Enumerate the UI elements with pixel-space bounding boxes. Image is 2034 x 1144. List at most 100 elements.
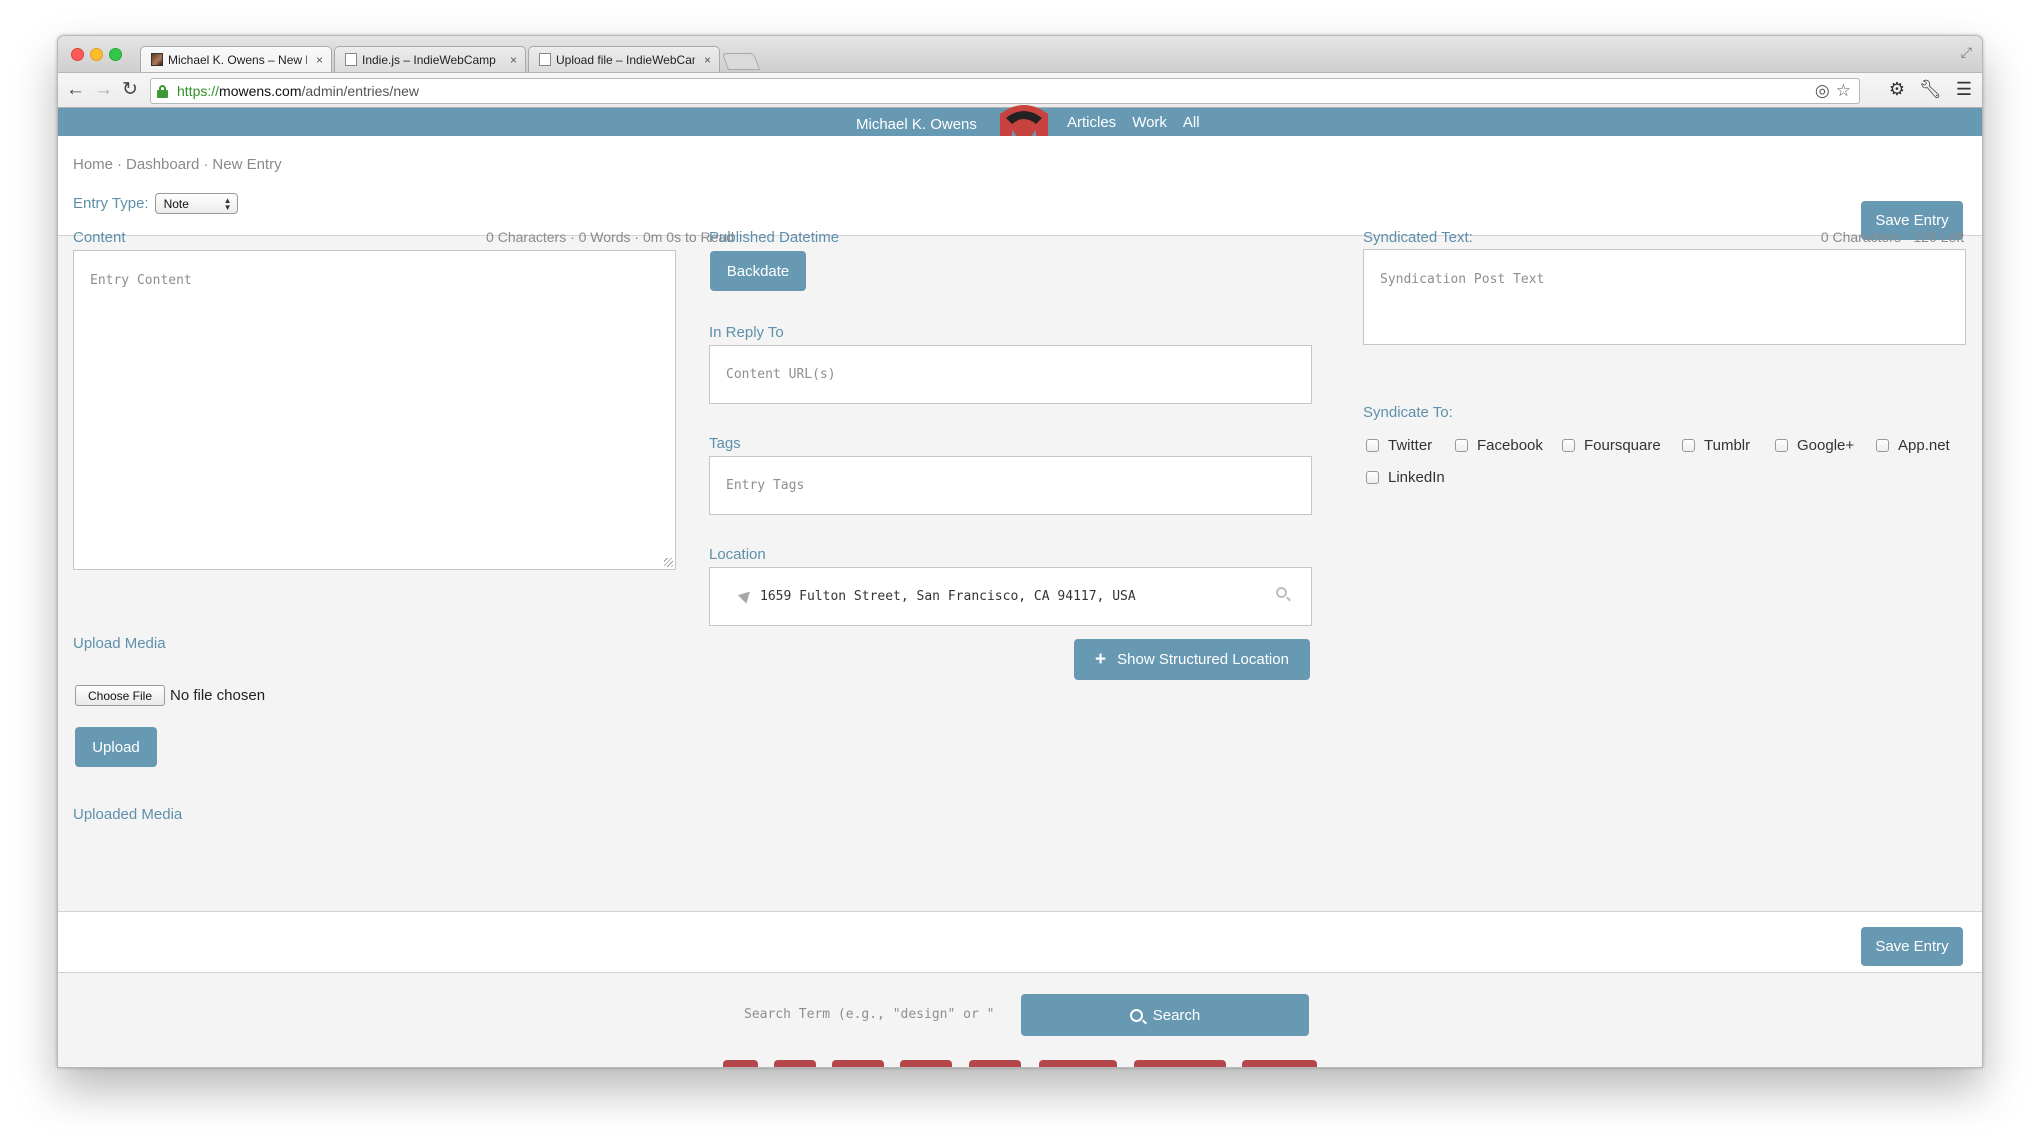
googleplus-checkbox[interactable] (1775, 439, 1788, 452)
reply-url-placeholder: Content URL(s) (726, 367, 836, 382)
entry-type-select[interactable]: Note ▲ ▼ (154, 193, 238, 214)
facebook-label: Facebook (1477, 437, 1543, 454)
location-arrow-icon (737, 587, 755, 604)
site-nav: Articles Work All (1067, 114, 1200, 131)
tumblr-checkbox[interactable] (1682, 439, 1695, 452)
new-tab-button[interactable] (721, 53, 761, 70)
facebook-checkbox[interactable] (1455, 439, 1468, 452)
partial-red-button[interactable] (774, 1060, 816, 1067)
partial-red-button[interactable] (1242, 1060, 1317, 1067)
tab-upload-file[interactable]: Upload file – IndieWebCam × (528, 46, 720, 72)
syndicate-tumblr-option[interactable]: Tumblr (1682, 437, 1750, 454)
minimize-window-button[interactable] (90, 48, 103, 61)
nav-work-link[interactable]: Work (1132, 114, 1167, 131)
resize-handle-icon[interactable] (664, 558, 673, 567)
published-datetime-label: Published Datetime (709, 229, 840, 246)
bookmark-star-icon[interactable]: ☆ (1836, 81, 1851, 101)
appnet-checkbox[interactable] (1876, 439, 1889, 452)
syndicate-twitter-option[interactable]: Twitter (1366, 437, 1432, 454)
close-window-button[interactable] (71, 48, 84, 61)
tab-new-entry[interactable]: Michael K. Owens – New E × (140, 46, 332, 72)
tab-title: Michael K. Owens – New E (168, 52, 307, 67)
twitter-label: Twitter (1388, 437, 1433, 454)
reload-icon[interactable]: ↻ (122, 79, 138, 101)
partial-red-button[interactable] (832, 1060, 884, 1067)
location-target-icon[interactable]: ◎ (1815, 81, 1830, 101)
location-label: Location (709, 546, 766, 563)
breadcrumb-dashboard-link[interactable]: Dashboard (126, 156, 199, 173)
forward-arrow-icon[interactable]: → (94, 79, 113, 101)
search-icon[interactable] (1276, 587, 1287, 598)
linkedin-checkbox[interactable] (1366, 471, 1379, 484)
foursquare-label: Foursquare (1584, 437, 1661, 454)
no-file-text: No file chosen (170, 687, 266, 704)
syndicate-foursquare-option[interactable]: Foursquare (1562, 437, 1661, 454)
syndicate-linkedin-option[interactable]: LinkedIn (1366, 469, 1445, 486)
url-host: mowens.com (219, 83, 302, 99)
entry-type-row: Entry Type: Note ▲ ▼ (73, 193, 238, 214)
search-input[interactable]: Search Term (e.g., "design" or " (732, 995, 1006, 1036)
syndicated-text-stats: 0 Characters · 120 Left (1820, 229, 1964, 245)
wrench-icon[interactable]: 🔧︎ (1919, 79, 1942, 100)
page: Michael K. Owens Articles Work All Home ·… (58, 105, 1982, 1067)
partial-red-button[interactable] (723, 1060, 758, 1067)
content-placeholder: Entry Content (90, 273, 192, 288)
screen: Michael K. Owens – New E × Indie.js – In… (0, 0, 2034, 1144)
linkedin-label: LinkedIn (1388, 469, 1445, 486)
show-structured-location-button[interactable]: + Show Structured Location (1074, 639, 1310, 680)
lock-icon (157, 84, 168, 98)
foursquare-checkbox[interactable] (1562, 439, 1575, 452)
tab-close-icon[interactable]: × (316, 53, 323, 67)
save-entry-button-bottom[interactable]: Save Entry (1861, 927, 1963, 966)
tags-input[interactable]: Entry Tags (709, 456, 1312, 515)
fullscreen-icon[interactable]: ⤢ (1961, 44, 1972, 61)
tab-strip: Michael K. Owens – New E × Indie.js – In… (58, 36, 1982, 72)
show-structured-location-label: Show Structured Location (1117, 651, 1289, 668)
syndication-textarea[interactable]: Syndication Post Text (1363, 249, 1966, 345)
reply-url-input[interactable]: Content URL(s) (709, 345, 1312, 404)
syndicate-facebook-option[interactable]: Facebook (1455, 437, 1543, 454)
menu-icon[interactable]: ☰ (1956, 79, 1972, 100)
partial-red-button[interactable] (969, 1060, 1021, 1067)
browser-window: Michael K. Owens – New E × Indie.js – In… (57, 35, 1983, 1068)
tumblr-label: Tumblr (1704, 437, 1751, 454)
search-button[interactable]: Search (1021, 994, 1309, 1036)
page-favicon-icon (539, 53, 551, 66)
location-value: 1659 Fulton Street, San Francisco, CA 94… (760, 589, 1136, 604)
tab-indiejs[interactable]: Indie.js – IndieWebCamp × (334, 46, 526, 72)
select-arrows-icon: ▲ ▼ (223, 195, 232, 212)
tab-close-icon[interactable]: × (510, 53, 517, 67)
back-arrow-icon[interactable]: ← (66, 79, 85, 101)
zoom-window-button[interactable] (109, 48, 122, 61)
uploaded-media-label: Uploaded Media (73, 806, 183, 823)
syndicate-googleplus-option[interactable]: Google+ (1775, 437, 1854, 454)
location-input[interactable]: 1659 Fulton Street, San Francisco, CA 94… (709, 567, 1312, 626)
partial-red-button[interactable] (900, 1060, 952, 1067)
appnet-label: App.net (1898, 437, 1950, 454)
choose-file-button[interactable]: Choose File (75, 685, 165, 706)
site-name-link[interactable]: Michael K. Owens (856, 116, 977, 133)
nav-articles-link[interactable]: Articles (1067, 114, 1116, 131)
content-label: Content (73, 229, 126, 246)
syndicated-text-label: Syndicated Text: (1363, 229, 1473, 246)
partial-red-button[interactable] (1039, 1060, 1117, 1067)
syndication-placeholder: Syndication Post Text (1380, 272, 1545, 287)
in-reply-to-label: In Reply To (709, 324, 784, 341)
syndicate-appnet-option[interactable]: App.net (1876, 437, 1950, 454)
search-button-label: Search (1152, 1006, 1201, 1024)
partial-red-button[interactable] (1134, 1060, 1226, 1067)
profile-photo-favicon-icon (151, 53, 163, 66)
upload-button[interactable]: Upload (75, 727, 157, 767)
tab-close-icon[interactable]: × (704, 53, 711, 67)
form-header: Home · Dashboard · New Entry Entry Type: Not… (58, 136, 1982, 240)
page-favicon-icon (345, 53, 357, 66)
breadcrumb-current: New Entry (212, 156, 282, 173)
backdate-button[interactable]: Backdate (710, 251, 806, 291)
syndicate-to-label: Syndicate To: (1363, 404, 1453, 421)
gear-icon[interactable]: ⚙ (1889, 79, 1905, 100)
breadcrumb-home-link[interactable]: Home (73, 156, 113, 173)
twitter-checkbox[interactable] (1366, 439, 1379, 452)
tab-title: Upload file – IndieWebCam (556, 52, 695, 67)
nav-all-link[interactable]: All (1183, 114, 1200, 131)
content-textarea[interactable]: Entry Content (73, 250, 676, 570)
